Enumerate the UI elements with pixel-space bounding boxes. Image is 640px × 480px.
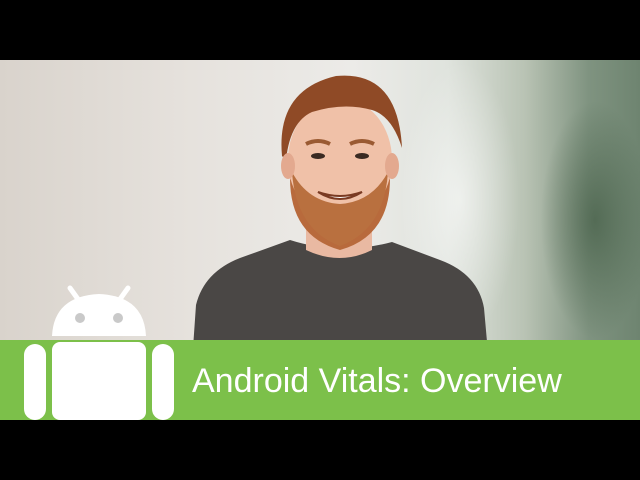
letterbox-top: [0, 0, 640, 60]
presenter-ear-right: [385, 153, 399, 179]
video-title: Android Vitals: Overview: [192, 362, 562, 400]
presenter-eye-right: [355, 153, 369, 159]
presenter-ear-left: [281, 153, 295, 179]
android-robot-icon: [24, 285, 174, 420]
presenter-eye-left: [311, 153, 325, 159]
letterbox-bottom: [0, 420, 640, 480]
video-frame: Android Vitals: Overview: [0, 60, 640, 420]
